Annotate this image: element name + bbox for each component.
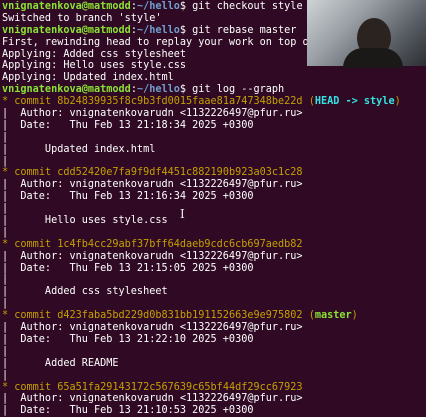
- commit-message: | Updated index.html: [2, 143, 156, 155]
- commit-author: | Author: vnignatenkovarudn <1132226497@…: [2, 250, 303, 262]
- commit-author: | Author: vnignatenkovarudn <1132226497@…: [2, 393, 303, 405]
- commit-hash: commit d423faba5bd229d0b831bb191152663e9…: [14, 310, 303, 322]
- graph-line: |: [2, 274, 9, 286]
- graph-line: |: [2, 155, 9, 167]
- graph-line: |: [2, 131, 9, 143]
- commit-date: | Date: Thu Feb 13 21:16:34 2025 +0300: [2, 191, 254, 203]
- commit-line: * commit 8b24839935f8c9b3fd0015faae81a74…: [2, 96, 401, 108]
- webcam-overlay: [307, 0, 426, 68]
- graph-line: |: [2, 345, 9, 357]
- commit-message: | Added css stylesheet: [2, 286, 168, 298]
- commit-line: * commit 65a51fa29143172c567639c65bf44df…: [2, 381, 303, 393]
- graph-line: |: [2, 226, 9, 238]
- commit-date: | Date: Thu Feb 13 21:18:34 2025 +0300: [2, 119, 254, 131]
- commit-hash: commit cdd52420e7fa9f9df4451c882190b923a…: [14, 167, 303, 179]
- person-shoulders-shape: [343, 48, 403, 68]
- command-text: git checkout style: [192, 1, 303, 12]
- commit-message: | Hello uses style.css: [2, 215, 168, 227]
- commit-author: | Author: vnignatenkovarudn <1132226497@…: [2, 322, 303, 334]
- output-line: Applying: Updated index.html: [2, 72, 174, 84]
- commit-message: | Added README: [2, 357, 119, 369]
- commit-author: | Author: vnignatenkovarudn <1132226497@…: [2, 108, 303, 120]
- commit-line: * commit cdd52420e7fa9f9df4451c882190b92…: [2, 167, 303, 179]
- graph-line: |: [2, 369, 9, 381]
- commit-author: | Author: vnignatenkovarudn <1132226497@…: [2, 179, 303, 191]
- text-cursor-icon: I: [180, 207, 185, 221]
- commit-hash: commit 65a51fa29143172c567639c65bf44df29…: [14, 381, 303, 393]
- branch-ref-label: master: [314, 310, 352, 322]
- head-ref-label: HEAD -> style: [314, 96, 395, 108]
- prompt-line: vnignatenkova@matmodd:~/hello$ git log -…: [2, 84, 285, 96]
- graph-line: |: [2, 298, 9, 310]
- command-text: git rebase master: [192, 24, 297, 36]
- command-text: git log --graph: [192, 84, 285, 96]
- commit-line: * commit 1c4fb4cc29abf37bff64daeb9cdc6cb…: [2, 238, 303, 250]
- commit-hash: commit 8b24839935f8c9b3fd0015faae81a7473…: [14, 96, 303, 108]
- graph-line: |: [2, 203, 9, 215]
- commit-line: * commit d423faba5bd229d0b831bb191152663…: [2, 310, 358, 322]
- commit-hash: commit 1c4fb4cc29abf37bff64daeb9cdc6cb69…: [14, 238, 303, 250]
- commit-date: | Date: Thu Feb 13 21:15:05 2025 +0300: [2, 262, 254, 274]
- commit-date: | Date: Thu Feb 13 21:10:53 2025 +0300: [2, 405, 254, 417]
- commit-date: | Date: Thu Feb 13 21:22:10 2025 +0300: [2, 333, 254, 345]
